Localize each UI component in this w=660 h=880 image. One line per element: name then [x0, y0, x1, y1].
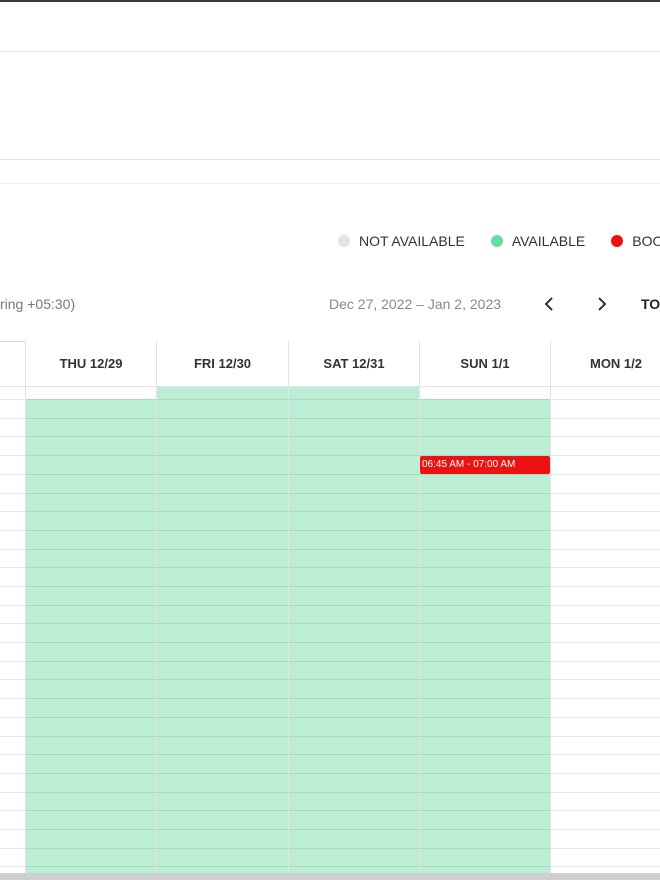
today-button[interactable]: TODAY: [641, 296, 660, 312]
time-row-line: [0, 623, 660, 624]
legend-available: AVAILABLE: [490, 233, 586, 249]
available-dot-icon: [490, 235, 503, 247]
divider: [0, 183, 660, 184]
week-calendar-grid: THU 12/29 FRI 12/30 SAT 12/31 SUN 1/1 MO…: [0, 341, 660, 873]
window-top-border: [0, 0, 660, 2]
date-range: Dec 27, 2022 – Jan 2, 2023: [329, 296, 502, 312]
time-row-line: [0, 586, 660, 587]
day-header-sat: SAT 12/31: [289, 341, 420, 386]
timezone-label: ring +05:30): [0, 296, 76, 312]
legend-label: NOT AVAILABLE: [359, 233, 465, 249]
time-row-line: [0, 399, 660, 400]
prev-week-button[interactable]: [538, 292, 560, 316]
chevron-right-icon: [598, 297, 607, 311]
time-row-line: [0, 642, 660, 643]
day-header-thu: THU 12/29: [26, 341, 157, 386]
booked-dot-icon: [611, 235, 624, 247]
legend-not-available: NOT AVAILABLE: [338, 233, 465, 249]
day-header-fri: FRI 12/30: [157, 341, 289, 386]
time-row-line: [0, 698, 660, 699]
availability-legend: NOT AVAILABLE AVAILABLE BOOKED: [338, 233, 660, 249]
time-row-line: [0, 511, 660, 512]
legend-booked: BOOKED: [611, 233, 660, 249]
day-header-sun: SUN 1/1: [420, 341, 551, 386]
legend-label: AVAILABLE: [511, 233, 586, 249]
time-row-line: [0, 773, 660, 774]
time-row-line: [0, 866, 660, 867]
time-row-line: [0, 549, 660, 550]
legend-label: BOOKED: [632, 233, 660, 249]
not-available-dot-icon: [338, 235, 350, 247]
available-slot-thu[interactable]: [26, 399, 157, 873]
time-row-line: [0, 474, 660, 475]
booked-event[interactable]: 06:45 AM - 07:00 AM: [420, 456, 550, 474]
time-row-line: [0, 661, 660, 662]
time-row-line: [0, 717, 660, 718]
time-row-line: [0, 418, 660, 419]
header-bottom-border: [0, 386, 660, 387]
divider: [0, 159, 660, 160]
time-row-line: [0, 848, 660, 849]
time-row-line: [0, 736, 660, 737]
time-row-line: [0, 493, 660, 494]
column-divider: [550, 341, 551, 873]
time-row-line: [0, 754, 660, 755]
time-row-line: [0, 530, 660, 531]
day-header-mon: MON 1/2: [551, 341, 660, 386]
chevron-left-icon: [544, 297, 553, 311]
column-divider: [419, 341, 420, 873]
column-divider: [156, 341, 157, 873]
time-row-line: [0, 829, 660, 830]
column-divider: [288, 341, 289, 873]
time-row-line: [0, 810, 660, 811]
time-row-line: [0, 605, 660, 606]
horizontal-scrollbar[interactable]: [0, 873, 660, 880]
divider: [0, 51, 660, 52]
time-row-line: [0, 792, 660, 793]
time-row-line: [0, 679, 660, 680]
time-row-line: [0, 455, 660, 456]
time-row-line: [0, 436, 660, 437]
column-divider: [25, 341, 26, 873]
next-week-button[interactable]: [591, 292, 613, 316]
time-row-line: [0, 567, 660, 568]
